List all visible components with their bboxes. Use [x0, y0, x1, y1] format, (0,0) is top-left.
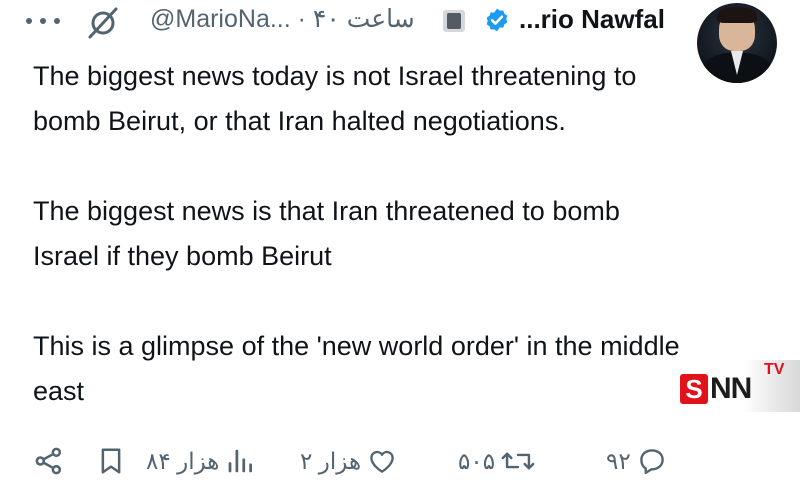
like-count: ۲ هزار: [300, 447, 362, 474]
views-icon: [229, 449, 253, 473]
retweet-icon: [501, 452, 535, 470]
tweet-paragraph: The biggest news is that Iran threatened…: [33, 196, 620, 271]
affiliate-badge-icon[interactable]: [443, 10, 465, 32]
verified-icon: [486, 8, 508, 32]
like-icon: [370, 450, 394, 473]
author-name[interactable]: ...rio Nawfal: [519, 4, 665, 34]
grok-icon[interactable]: [86, 6, 120, 40]
retweet-button[interactable]: ۵۰۵: [458, 436, 535, 486]
share-icon: [35, 447, 62, 475]
avatar[interactable]: [697, 3, 777, 83]
share-button[interactable]: [33, 436, 65, 486]
reply-count: ۹۲: [606, 447, 631, 474]
tweet-paragraph: The biggest news today is not Israel thr…: [33, 61, 637, 136]
views-button[interactable]: ۸۴ هزار: [146, 436, 255, 486]
like-button[interactable]: ۲ هزار: [300, 436, 397, 486]
views-count: ۸۴ هزار: [146, 447, 220, 474]
more-icon[interactable]: [22, 10, 72, 30]
tweet-text: The biggest news today is not Israel thr…: [33, 54, 693, 414]
tweet-header: ...rio Nawfal @MarioNa... · ۴۰ ساعت: [0, 0, 800, 83]
snn-tv-watermark: S NN TV: [672, 360, 800, 412]
tweet-meta[interactable]: @MarioNa... · ۴۰ ساعت: [150, 4, 415, 34]
tweet-paragraph: This is a glimpse of the 'new world orde…: [33, 331, 680, 406]
bookmark-icon: [101, 448, 121, 474]
reply-button[interactable]: ۹۲: [606, 436, 667, 486]
reply-icon: [639, 449, 664, 475]
tweet-actions: ۹۲ ۵۰۵ ۲ هزار ۸۴ هزار: [0, 436, 800, 486]
bookmark-button[interactable]: [96, 436, 126, 486]
retweet-count: ۵۰۵: [458, 447, 496, 474]
